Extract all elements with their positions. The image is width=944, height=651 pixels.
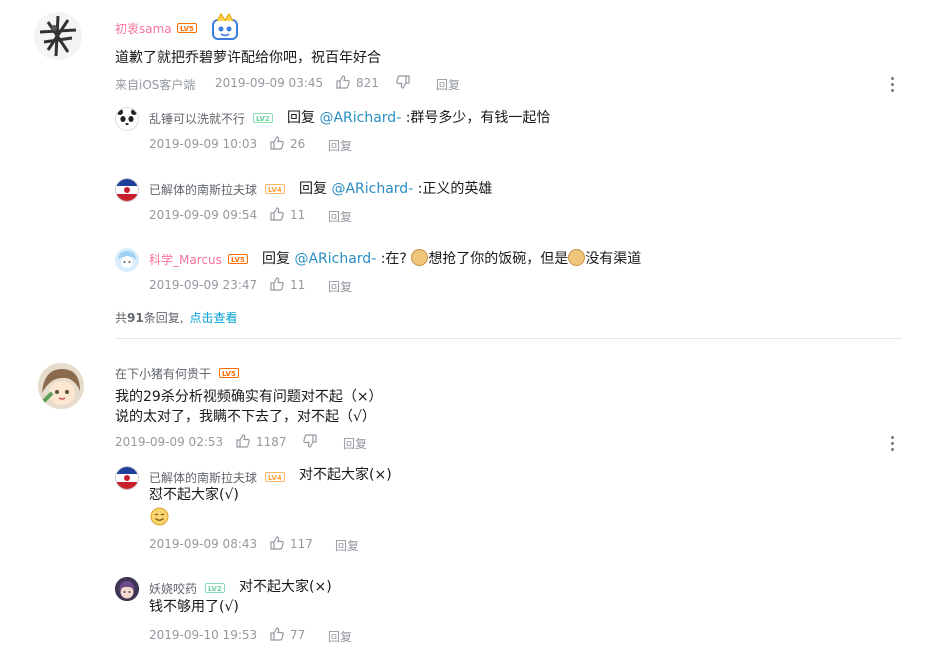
reply-content-line: 钱不够用了(√) xyxy=(149,599,239,615)
username[interactable]: 已解体的南斯拉夫球 xyxy=(149,469,257,486)
girl-avatar-image xyxy=(38,363,84,409)
like-count: 11 xyxy=(290,278,306,292)
more-options-icon[interactable] xyxy=(891,436,895,454)
reply-content-line: 对不起大家(×) xyxy=(299,467,392,483)
comment-divider xyxy=(115,338,902,339)
dislike-icon[interactable] xyxy=(396,74,410,89)
avatar[interactable] xyxy=(115,577,139,601)
avatar[interactable] xyxy=(34,12,82,60)
level-badge: LV4 xyxy=(265,184,285,194)
reply-button[interactable]: 回复 xyxy=(328,628,352,645)
comment-content-line: 说的太对了，我瞒不下去了，对不起（√） xyxy=(115,409,376,425)
like-icon[interactable] xyxy=(236,433,250,448)
like-icon[interactable] xyxy=(336,74,350,89)
reply-prefix: 回复 xyxy=(299,181,327,197)
like-icon[interactable] xyxy=(270,535,284,550)
like-count: 117 xyxy=(290,537,313,551)
username[interactable]: 乱锤可以洗就不行 xyxy=(149,110,245,127)
reply-button[interactable]: 回复 xyxy=(436,76,460,93)
total-suffix: 条回复, xyxy=(143,311,184,325)
avatar-image xyxy=(39,15,77,57)
doge-emoji-icon xyxy=(411,249,429,266)
reply-content-line: 对不起大家(×) xyxy=(239,579,332,595)
like-icon[interactable] xyxy=(270,626,284,641)
username[interactable]: 妖娆咬药 xyxy=(149,580,197,597)
total-prefix: 共 xyxy=(115,311,128,325)
like-count: 1187 xyxy=(256,435,287,449)
comment-content-line: 我的29杀分析视频确实有问题对不起（×） xyxy=(115,389,383,405)
anime-avatar-image xyxy=(115,577,139,601)
reply-button[interactable]: 回复 xyxy=(335,537,359,554)
reply-button[interactable]: 回复 xyxy=(328,137,352,154)
reply-button[interactable]: 回复 xyxy=(328,208,352,225)
anime-avatar-image xyxy=(118,251,136,268)
level-badge: LV5 xyxy=(228,254,248,264)
more-options-icon[interactable] xyxy=(891,77,895,95)
avatar[interactable] xyxy=(115,107,139,131)
view-replies-link[interactable]: 点击查看 xyxy=(190,311,238,325)
dislike-icon[interactable] xyxy=(303,433,317,448)
reply-time: 2019-09-09 09:54 xyxy=(149,208,258,222)
level-badge: LV2 xyxy=(253,113,273,123)
reply-text: 回复 @ARichard- :正义的英雄 xyxy=(299,178,492,198)
flag-ball-avatar-image xyxy=(116,179,138,201)
username[interactable]: 初衷sama xyxy=(115,20,172,37)
reply-time: 2019-09-09 10:03 xyxy=(149,137,258,151)
level-badge: LV2 xyxy=(205,583,225,593)
avatar[interactable] xyxy=(115,178,139,202)
reply-content-part: :在? xyxy=(380,251,407,267)
reply-time: 2019-09-10 19:53 xyxy=(149,628,258,642)
avatar[interactable] xyxy=(115,466,139,490)
mention-link[interactable]: @ARichard- xyxy=(319,110,401,126)
like-count: 26 xyxy=(290,137,306,151)
username[interactable]: 在下小猪有何贵干 xyxy=(115,365,211,382)
username[interactable]: 已解体的南斯拉夫球 xyxy=(149,181,257,198)
like-icon[interactable] xyxy=(270,135,284,150)
reply-total: 共91条回复, 点击查看 xyxy=(115,309,238,326)
like-count: 821 xyxy=(356,76,379,90)
mention-link[interactable]: @ARichard- xyxy=(331,181,413,197)
level-badge: LV4 xyxy=(265,472,285,482)
doge-emoji-icon xyxy=(568,249,586,266)
reply-text: 回复 @ARichard- :在? 想抢了你的饭碗，但是 没有渠道 xyxy=(262,248,641,268)
reply-button[interactable]: 回复 xyxy=(328,278,352,295)
avatar[interactable] xyxy=(115,248,139,272)
like-icon[interactable] xyxy=(270,206,284,221)
vip-mascot-icon xyxy=(208,12,242,42)
comment-content: 道歉了就把乔碧萝许配给你吧，祝百年好合 xyxy=(115,50,381,66)
reply-prefix: 回复 xyxy=(287,110,315,126)
reply-content-part: 没有渠道 xyxy=(585,251,642,267)
like-icon[interactable] xyxy=(270,276,284,291)
like-count: 11 xyxy=(290,208,306,222)
reply-content: :正义的英雄 xyxy=(417,181,493,197)
username[interactable]: 科学_Marcus xyxy=(149,251,222,268)
reply-text: 回复 @ARichard- :群号多少，有钱一起恰 xyxy=(287,107,550,127)
flag-ball-avatar-image xyxy=(116,467,138,489)
level-badge: LV5 xyxy=(219,368,239,378)
client-source: 来自iOS客户端 xyxy=(115,78,196,92)
reply-prefix: 回复 xyxy=(262,251,290,267)
reply-content-line: 怼不起大家(√) xyxy=(149,487,239,503)
reply-time: 2019-09-09 23:47 xyxy=(149,278,258,292)
level-badge: LV5 xyxy=(177,23,197,33)
reply-content: :群号多少，有钱一起恰 xyxy=(405,110,551,126)
mention-link[interactable]: @ARichard- xyxy=(294,251,376,267)
like-count: 77 xyxy=(290,628,306,642)
comment-time: 2019-09-09 03:45 xyxy=(215,76,324,90)
reply-content-part: 想抢了你的饭碗，但是 xyxy=(428,251,569,267)
panda-avatar-image xyxy=(117,109,137,129)
comment-time: 2019-09-09 02:53 xyxy=(115,435,224,449)
reply-time: 2019-09-09 08:43 xyxy=(149,537,258,551)
smile-emoji-icon xyxy=(150,507,169,526)
total-count: 91 xyxy=(127,311,144,325)
reply-button[interactable]: 回复 xyxy=(343,435,367,452)
avatar[interactable] xyxy=(38,363,84,409)
